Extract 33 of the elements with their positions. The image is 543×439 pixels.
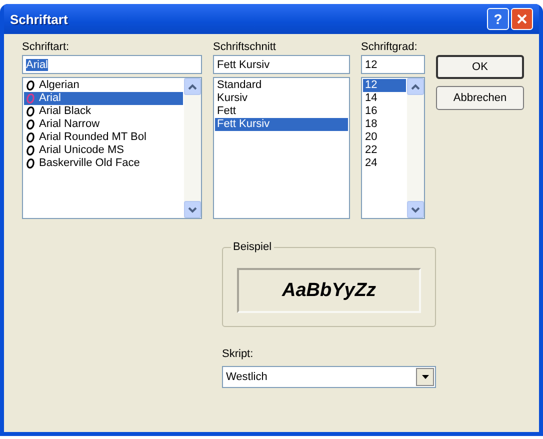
- list-item[interactable]: 22: [363, 144, 406, 157]
- group-label: Beispiel: [231, 241, 274, 253]
- cancel-button[interactable]: Abbrechen: [436, 86, 524, 110]
- list-item[interactable]: Arial Unicode MS: [24, 144, 183, 157]
- list-item[interactable]: Arial Rounded MT Bol: [24, 131, 183, 144]
- input-field[interactable]: 12: [361, 55, 425, 74]
- field-label: Schriftgrad:: [361, 40, 418, 55]
- input-field[interactable]: Arial: [22, 55, 202, 74]
- list-item[interactable]: 18: [363, 118, 406, 131]
- input-field[interactable]: Fett Kursiv: [213, 55, 350, 74]
- field-label: Schriftschnitt: [213, 40, 277, 55]
- ok-button[interactable]: OK: [436, 55, 524, 79]
- window-title: Schriftart: [10, 12, 69, 26]
- list-item[interactable]: 14: [363, 92, 406, 105]
- list-item[interactable]: Arial: [24, 92, 183, 105]
- list-item[interactable]: 12: [363, 79, 406, 92]
- list-item[interactable]: 20: [363, 131, 406, 144]
- list-item[interactable]: Fett: [215, 105, 348, 118]
- script-dropdown[interactable]: Westlich: [222, 366, 436, 388]
- field-label: Schriftart:: [22, 40, 70, 55]
- list-item[interactable]: Arial Black: [24, 105, 183, 118]
- help-button[interactable]: ?: [487, 8, 509, 30]
- dropdown-value: Westlich: [226, 371, 268, 383]
- field-label: Skript:: [222, 347, 254, 362]
- list-item[interactable]: Baskerville Old Face: [24, 157, 183, 170]
- list-item[interactable]: 16: [363, 105, 406, 118]
- list-item[interactable]: Kursiv: [215, 92, 348, 105]
- sample-text: AaBbYyZz: [282, 280, 376, 302]
- list-item[interactable]: 24: [363, 157, 406, 170]
- list-item[interactable]: Standard: [215, 79, 348, 92]
- list-item[interactable]: Algerian: [24, 79, 183, 92]
- list-item[interactable]: Fett Kursiv: [215, 118, 348, 131]
- list-item[interactable]: Arial Narrow: [24, 118, 183, 131]
